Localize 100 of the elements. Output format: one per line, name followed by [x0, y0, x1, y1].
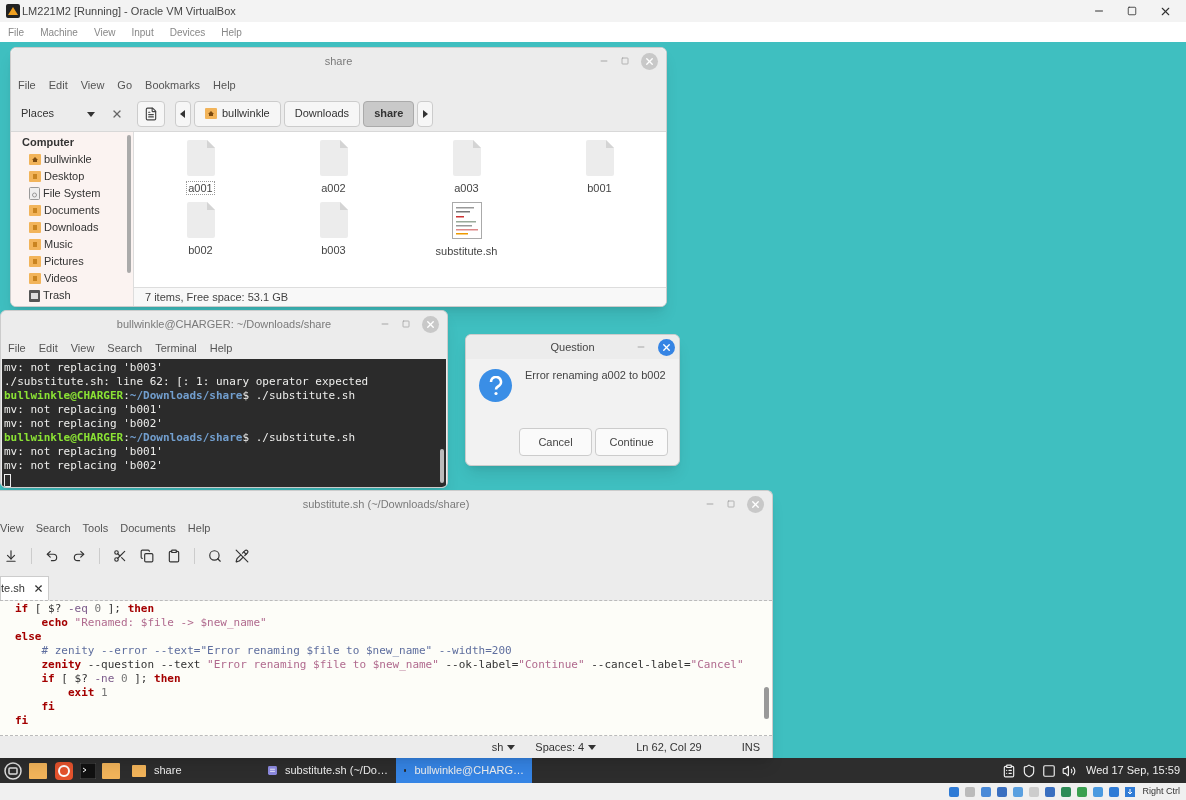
clipboard-icon[interactable] — [1002, 763, 1016, 778]
file-tile[interactable]: a001 — [134, 140, 267, 202]
menu-item[interactable]: Edit — [38, 339, 58, 357]
sidebar-item[interactable]: Downloads — [11, 219, 133, 236]
dialog-button[interactable]: Continue — [595, 428, 668, 456]
copy-icon[interactable] — [140, 549, 154, 563]
sidebar-item[interactable]: Documents — [11, 202, 133, 219]
device-icon[interactable] — [1076, 785, 1089, 798]
document-tab[interactable]: te.sh — [0, 576, 49, 600]
save-icon[interactable] — [4, 549, 18, 563]
menu-item[interactable]: Bookmarks — [145, 76, 201, 94]
home-folder-icon — [205, 108, 217, 119]
maximize-icon[interactable] — [1127, 6, 1137, 16]
close-button[interactable] — [658, 338, 675, 356]
breadcrumb-button[interactable]: share — [363, 100, 415, 127]
folder-icon — [29, 762, 47, 779]
left-arrow-icon — [179, 109, 187, 118]
folder-icon — [102, 762, 120, 779]
terminal-line: mv: not replacing 'b003' — [4, 361, 164, 375]
file-tile[interactable]: b001 — [533, 140, 666, 202]
menu-item[interactable]: Help — [209, 339, 233, 357]
window-title: share — [323, 53, 354, 69]
sidebar-item[interactable]: bullwinkle — [11, 151, 133, 168]
device-icon[interactable] — [1044, 785, 1057, 798]
device-icon[interactable] — [948, 785, 961, 798]
search-icon[interactable] — [208, 549, 222, 563]
edit-location-button[interactable] — [137, 100, 165, 127]
redo-icon[interactable] — [72, 549, 86, 563]
menu-item[interactable]: File — [8, 24, 25, 40]
volume-icon[interactable] — [1062, 763, 1076, 778]
menu-item[interactable]: Machine — [40, 24, 78, 40]
sidebar-item[interactable]: Trash — [11, 287, 133, 304]
undo-icon[interactable] — [45, 549, 59, 563]
menu-item[interactable]: Help — [221, 24, 242, 40]
scrollbar — [440, 449, 444, 483]
close-icon — [750, 498, 761, 510]
file-icon — [319, 202, 348, 238]
cut-icon[interactable] — [113, 549, 127, 563]
sidebar-item[interactable]: Pictures — [11, 253, 133, 270]
close-tab-icon[interactable] — [32, 583, 44, 594]
file-tile[interactable]: a002 — [267, 140, 400, 202]
menu-item[interactable]: View — [93, 24, 116, 40]
file-tile[interactable]: b003 — [267, 202, 400, 264]
file-tile[interactable]: substitute.sh — [400, 202, 533, 264]
close-icon — [644, 55, 655, 67]
pencil-off-icon[interactable] — [235, 549, 249, 563]
menu-item[interactable]: View — [0, 519, 24, 537]
menu-item[interactable]: View — [80, 76, 105, 94]
menu-item[interactable]: Search — [35, 519, 71, 537]
device-icon[interactable] — [1092, 785, 1105, 798]
device-icon[interactable] — [996, 785, 1009, 798]
menu-item[interactable]: Input — [131, 24, 154, 40]
home-folder-icon — [29, 154, 41, 165]
question-icon — [479, 369, 512, 402]
clock[interactable]: Wed 17 Sep, 15:59 — [1086, 762, 1180, 779]
menu-item[interactable]: Edit — [48, 76, 68, 94]
sidebar-item[interactable]: Desktop — [11, 168, 133, 185]
window-icon[interactable] — [1042, 763, 1056, 778]
menu-item[interactable]: Help — [213, 76, 236, 94]
indentation-dropdown[interactable]: Spaces: 4 — [535, 738, 597, 756]
menu-item[interactable]: Help — [187, 519, 211, 537]
folder-icon — [29, 205, 41, 216]
menu-item[interactable]: Documents — [120, 519, 176, 537]
sidebar-item[interactable]: Music — [11, 236, 133, 253]
folder-icon — [132, 764, 146, 777]
shield-icon[interactable] — [1022, 763, 1036, 778]
device-icon[interactable] — [1060, 785, 1073, 798]
terminal-line: mv: not replacing 'b001' — [4, 403, 164, 417]
taskbar-button[interactable]: substitute.sh (~/Do… — [260, 758, 396, 783]
file-tile[interactable]: b002 — [134, 202, 267, 264]
back-button[interactable] — [175, 100, 191, 127]
menu-item[interactable]: View — [70, 339, 95, 357]
menu-item[interactable]: File — [8, 339, 26, 357]
paste-icon[interactable] — [167, 549, 181, 563]
code-line: if [ $? -ne 0 ]; then — [40, 672, 182, 686]
device-icon[interactable] — [1108, 785, 1121, 798]
dialog-button[interactable]: Cancel — [519, 428, 592, 456]
menu-item[interactable]: Search — [107, 339, 143, 357]
folder-icon — [29, 222, 41, 233]
code-line: else — [15, 630, 43, 644]
menu-item[interactable]: Go — [117, 76, 133, 94]
device-icon[interactable] — [980, 785, 993, 798]
file-icon — [585, 140, 614, 176]
sidebar-item[interactable]: Videos — [11, 270, 133, 287]
window-title: bullwinkle@CHARGER: ~/Downloads/share — [115, 316, 333, 332]
menu-item[interactable]: Devices — [169, 24, 206, 40]
taskbar-button[interactable]: share — [124, 758, 260, 783]
menu-item[interactable]: Tools — [82, 519, 109, 537]
device-icon[interactable] — [1012, 785, 1025, 798]
menu-item[interactable]: File — [18, 76, 36, 94]
close-icon — [425, 318, 436, 330]
forward-button[interactable] — [417, 100, 434, 127]
menu-item[interactable]: Terminal — [155, 339, 197, 357]
breadcrumb-button[interactable]: bullwinkle — [194, 100, 281, 127]
file-tile[interactable]: a003 — [400, 140, 533, 202]
language-dropdown[interactable]: sh — [491, 738, 516, 756]
folder-icon — [29, 273, 41, 284]
sidebar-item[interactable]: File System — [11, 185, 133, 202]
breadcrumb-button[interactable]: Downloads — [283, 100, 361, 127]
code-line: if [ $? -eq 0 ]; then — [15, 602, 156, 616]
